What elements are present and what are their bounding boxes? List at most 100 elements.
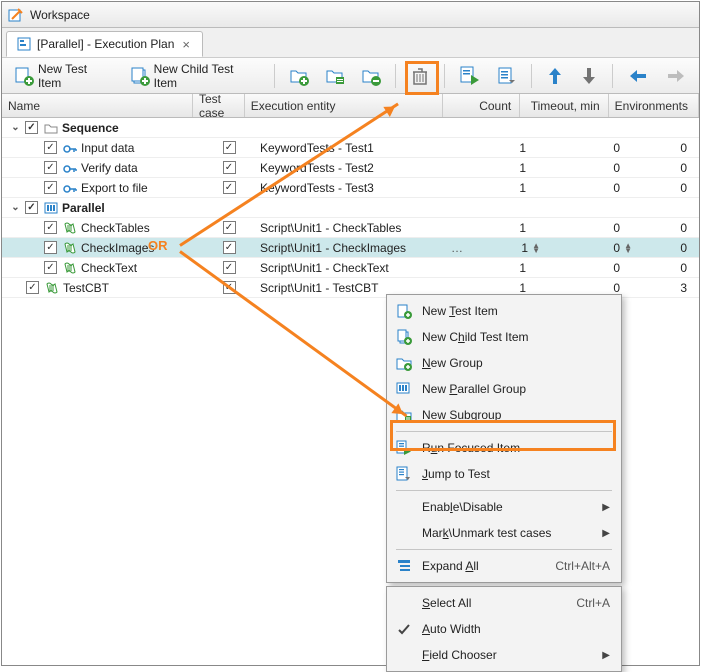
- timeout-cell[interactable]: 0 ▲▼: [544, 241, 636, 255]
- move-up-button[interactable]: [540, 62, 570, 90]
- new-test-item-button[interactable]: New Test Item: [8, 59, 120, 93]
- expand-toggle[interactable]: ⌄: [10, 122, 21, 133]
- count-cell[interactable]: 1: [464, 221, 544, 235]
- menu-item[interactable]: New Group: [390, 350, 618, 376]
- table-row[interactable]: CheckImagesScript\Unit1 - CheckImages…1▲…: [2, 238, 699, 258]
- menu-label: New Test Item: [422, 304, 610, 318]
- enabled-checkbox[interactable]: [44, 221, 57, 234]
- delete-button[interactable]: [404, 63, 436, 89]
- new-child-test-item-button[interactable]: New Child Test Item: [124, 59, 266, 93]
- toolbar-separator: [531, 64, 532, 88]
- tab-execution-plan[interactable]: [Parallel] - Execution Plan ×: [6, 31, 203, 57]
- jump-to-test-button[interactable]: [491, 63, 523, 89]
- menu-label: Select All: [422, 596, 568, 610]
- count-cell[interactable]: 1: [464, 261, 544, 275]
- menu-item[interactable]: New Child Test Item: [390, 324, 618, 350]
- header-test-case[interactable]: Test case: [193, 94, 245, 117]
- testcase-checkbox[interactable]: [223, 141, 236, 154]
- expand-toggle[interactable]: ⌄: [10, 202, 21, 213]
- testcase-checkbox[interactable]: [223, 261, 236, 274]
- timeout-value[interactable]: 0: [613, 241, 620, 255]
- enabled-checkbox[interactable]: [44, 261, 57, 274]
- testcase-checkbox[interactable]: [223, 181, 236, 194]
- enabled-checkbox[interactable]: [25, 121, 38, 134]
- table-row[interactable]: CheckTextScript\Unit1 - CheckText100: [2, 258, 699, 278]
- menu-item[interactable]: New Parallel Group: [390, 376, 618, 402]
- enabled-checkbox[interactable]: [44, 141, 57, 154]
- table-row[interactable]: CheckTablesScript\Unit1 - CheckTables100: [2, 218, 699, 238]
- timeout-cell[interactable]: 0: [544, 261, 636, 275]
- enabled-checkbox[interactable]: [26, 281, 39, 294]
- menu-item[interactable]: Jump to Test: [390, 461, 618, 487]
- env-cell[interactable]: 0: [636, 161, 699, 175]
- env-cell[interactable]: 0: [636, 141, 699, 155]
- new-child-test-item-label: New Child Test Item: [154, 62, 260, 90]
- ellipsis-button[interactable]: …: [451, 241, 464, 255]
- testcase-checkbox[interactable]: [223, 281, 236, 294]
- group-row[interactable]: ⌄ Sequence: [2, 118, 699, 138]
- context-menu[interactable]: New Test Item New Child Test Item New Grou…: [386, 294, 622, 583]
- count-cell[interactable]: 1: [464, 281, 544, 295]
- count-cell[interactable]: 1 ▲▼: [464, 241, 544, 255]
- run-focused-button[interactable]: [453, 62, 487, 90]
- menu-item[interactable]: New Test Item: [390, 298, 618, 324]
- timeout-cell[interactable]: 0: [544, 221, 636, 235]
- window-title: Workspace: [30, 8, 90, 22]
- header-name[interactable]: Name: [2, 94, 193, 117]
- menu-item[interactable]: Field Chooser▶: [390, 642, 618, 668]
- header-execution-entity[interactable]: Execution entity: [245, 94, 444, 117]
- menu-item[interactable]: Auto Width: [390, 616, 618, 642]
- menu-item[interactable]: Expand AllCtrl+Alt+A: [390, 553, 618, 579]
- count-cell[interactable]: 1: [464, 161, 544, 175]
- row-icon: [63, 241, 77, 255]
- env-cell[interactable]: 0: [636, 261, 699, 275]
- count-cell[interactable]: 1: [464, 141, 544, 155]
- enabled-checkbox[interactable]: [44, 161, 57, 174]
- enabled-checkbox[interactable]: [44, 181, 57, 194]
- group-row[interactable]: ⌄Parallel: [2, 198, 699, 218]
- table-row[interactable]: Export to fileKeywordTests - Test3100: [2, 178, 699, 198]
- new-group-button[interactable]: [283, 63, 315, 89]
- testcase-checkbox[interactable]: [223, 221, 236, 234]
- new-subgroup-button[interactable]: [319, 63, 351, 89]
- outdent-button[interactable]: [621, 64, 655, 88]
- testcase-checkbox[interactable]: [223, 241, 236, 254]
- indent-button[interactable]: [659, 64, 693, 88]
- menu-item[interactable]: New Subgroup: [390, 402, 618, 428]
- testcase-checkbox[interactable]: [223, 161, 236, 174]
- context-menu-group2[interactable]: Select AllCtrl+AAuto WidthField Chooser▶: [386, 586, 622, 672]
- count-cell[interactable]: 1: [464, 181, 544, 195]
- spinner[interactable]: ▲▼: [532, 243, 540, 253]
- timeout-cell[interactable]: 0: [544, 181, 636, 195]
- arrow-up-icon: [546, 65, 564, 87]
- header-environments[interactable]: Environments: [609, 94, 699, 117]
- timeout-cell[interactable]: 0: [544, 161, 636, 175]
- menu-item[interactable]: Mark\Unmark test cases▶: [390, 520, 618, 546]
- table-row[interactable]: Input dataKeywordTests - Test1100: [2, 138, 699, 158]
- env-cell[interactable]: 0: [636, 181, 699, 195]
- row-name: Sequence: [62, 121, 119, 135]
- enabled-checkbox[interactable]: [44, 241, 57, 254]
- header-timeout[interactable]: Timeout, min: [520, 94, 608, 117]
- menu-label: New Child Test Item: [422, 330, 610, 344]
- env-cell[interactable]: 0: [636, 241, 699, 255]
- header-count[interactable]: Count: [443, 94, 520, 117]
- timeout-cell[interactable]: 0: [544, 281, 636, 295]
- timeout-cell[interactable]: 0: [544, 141, 636, 155]
- env-cell[interactable]: 3: [636, 281, 699, 295]
- enabled-checkbox[interactable]: [25, 201, 38, 214]
- menu-item[interactable]: Run Focused Item: [390, 435, 618, 461]
- env-cell[interactable]: 0: [636, 221, 699, 235]
- workspace-icon: [8, 7, 24, 23]
- delete-group-button[interactable]: [355, 63, 387, 89]
- tab-close-icon[interactable]: ×: [180, 37, 192, 52]
- execution-entity: Script\Unit1 - CheckImages: [260, 241, 406, 255]
- row-icon: [63, 261, 77, 275]
- row-icon: [63, 181, 77, 195]
- move-down-button[interactable]: [574, 62, 604, 90]
- spinner[interactable]: ▲▼: [624, 243, 632, 253]
- count-value[interactable]: 1: [521, 241, 528, 255]
- menu-item[interactable]: Select AllCtrl+A: [390, 590, 618, 616]
- table-row[interactable]: Verify dataKeywordTests - Test2100: [2, 158, 699, 178]
- menu-item[interactable]: Enable\Disable▶: [390, 494, 618, 520]
